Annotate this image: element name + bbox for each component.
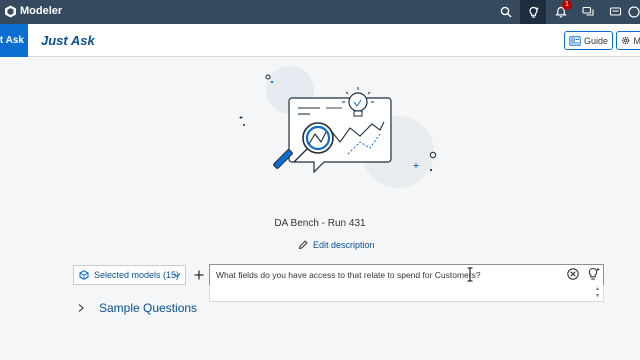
page-title: Just Ask: [41, 33, 95, 48]
app-title: Modeler: [20, 5, 63, 17]
plus-icon: [194, 270, 204, 280]
notifications-button[interactable]: 1: [548, 0, 574, 24]
settings-button[interactable]: M: [616, 31, 640, 50]
edit-description-label: Edit description: [313, 240, 375, 250]
text-cursor-icon: [467, 267, 473, 282]
model-cube-icon: [79, 270, 89, 280]
selected-models-label: Selected models (15): [94, 270, 180, 280]
gear-icon: [622, 36, 630, 45]
notification-badge: 1: [562, 0, 572, 10]
clear-icon[interactable]: [566, 267, 580, 281]
lightbulb-icon: [528, 6, 539, 18]
guide-button[interactable]: Guide: [564, 31, 614, 50]
question-input[interactable]: What fields do you have access to that r…: [209, 264, 604, 286]
feedback-button[interactable]: [575, 0, 601, 24]
edit-description-link[interactable]: Edit description: [298, 240, 375, 250]
scroll-down-icon[interactable]: ▼: [595, 293, 600, 299]
scroll-up-icon[interactable]: ▲: [595, 286, 600, 292]
message-icon: [609, 7, 621, 16]
guide-icon: [569, 35, 581, 46]
chevron-down-icon: [173, 273, 181, 278]
tab-just-ask[interactable]: Just Ask: [0, 24, 28, 57]
ask-lightbulb-icon[interactable]: [587, 266, 601, 282]
sample-questions-toggle[interactable]: Sample Questions: [77, 301, 197, 315]
pencil-icon: [298, 240, 308, 250]
chevron-right-icon: [78, 304, 84, 312]
messages-button[interactable]: [602, 0, 628, 24]
add-model-button[interactable]: [190, 265, 208, 285]
tab-just-ask-label: Just Ask: [0, 35, 24, 46]
just-ask-shell-button[interactable]: [520, 0, 546, 24]
just-ask-illustration: [239, 66, 437, 188]
chat-bubbles-icon: [581, 6, 594, 16]
modeler-logo-icon: [5, 5, 16, 18]
search-icon: [500, 6, 512, 18]
page-header: Just Ask Just Ask Guide M: [0, 24, 640, 57]
guide-label: Guide: [584, 35, 609, 46]
sample-questions-label: Sample Questions: [99, 301, 198, 315]
search-button[interactable]: [493, 0, 519, 24]
settings-label: M: [633, 35, 640, 46]
user-icon: [628, 6, 640, 18]
shell-bar: Modeler 1: [0, 0, 640, 24]
bench-name: DA Bench - Run 431: [274, 218, 366, 229]
profile-button[interactable]: [628, 0, 640, 24]
suggestion-box: [209, 285, 604, 302]
selected-models-select[interactable]: Selected models (15): [73, 265, 186, 285]
